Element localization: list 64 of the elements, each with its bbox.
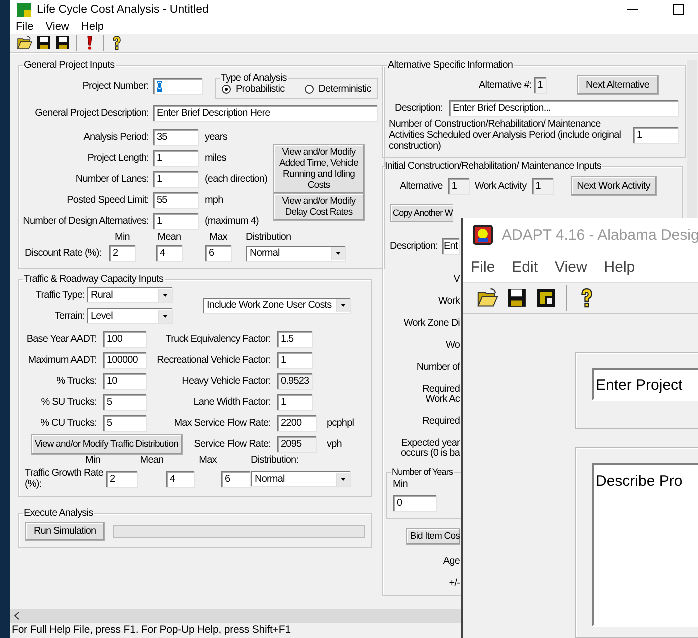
field-label: Number of Construction/Rehabilitation/ Maintenance Activities Scheduled over Analysis Period (include original construction) [389,118,622,152]
field-label: Heavy Vehicle Factor: [182,376,271,388]
field-label: Project Number: [82,80,149,92]
field-label: V [454,275,460,286]
column-header: Mean [139,455,165,466]
panel-title: Traffic & Roadway Capacity Inputs [23,274,165,286]
field-label: Alternative [400,180,443,192]
field-label: Service Flow Rate: [194,439,271,450]
field-label: Wo [446,341,460,352]
field-label: Age [443,557,460,568]
field-label: Base Year AADT: [26,334,97,346]
unit-label: (maximum 4) [204,216,260,228]
field-label: Traffic Type: [34,290,85,301]
field-label: Work [438,297,460,308]
field-label: Number of Design Alternatives: [23,216,149,228]
field-label: Posted Speed Limit: [67,195,149,206]
unit-label: vph [326,439,343,450]
column-header: Distribution: [251,455,300,466]
field-label: Discount Rate (%): [25,248,103,260]
field-label: Lane Width Factor: [194,397,271,408]
field-label: Maximum AADT: [28,355,97,366]
field-label: +/- [449,579,460,590]
column-header: Distribution [246,232,292,244]
window-title: Life Cycle Cost Analysis - Untitled [37,4,210,16]
field-label: Recreational Vehicle Factor: [157,355,271,366]
field-label: Expected year occurs (0 is ba [400,439,460,460]
unit-label: pcphpl [326,418,356,430]
unit-label: (each direction) [204,174,269,186]
field-label: General Project Description: [34,108,149,120]
field-label: % Trucks: [56,376,97,388]
field-label: Analysis Period: [84,132,149,144]
group-title: Number of Years [391,467,454,478]
field-label: Work Zone Di [404,319,460,330]
panel-title: Initial Construction/Rehabilitation/ Maintenance Inputs [384,161,602,172]
panel-title: Execute Analysis [23,508,94,520]
field-label: Truck Equivalency Factor: [166,334,271,346]
panel-title: General Project Inputs [23,60,116,72]
field-label: Min [393,479,408,490]
field-label: Max Service Flow Rate: [174,418,271,430]
panel-title: Alternative Specific Information [387,60,514,72]
unit-label: miles [204,153,228,164]
column-header: Min [84,455,102,466]
window-title: ADAPT 4.16 - Alabama Desig [502,226,698,244]
group-title: Type of Analysis [220,73,288,84]
field-label: Required [422,417,460,428]
unit-label: years [204,132,228,144]
field-label: Project Length: [88,153,149,164]
column-header: Max [208,232,228,244]
column-header: Max [198,455,218,466]
column-header: Mean [156,232,182,244]
field-label: Number of Lanes: [76,174,149,186]
field-label: Description: [395,102,443,114]
field-label: Description: [390,241,438,252]
field-label: Work Activity [474,180,527,192]
field-label: Required Work Ac [422,385,460,406]
field-label: % SU Trucks: [41,397,97,408]
unit-label: mph [204,195,224,206]
column-header: Min [114,232,131,244]
field-label: Terrain: [54,310,85,322]
field-label: Alternative #: [479,80,532,91]
field-label: Traffic Growth Rate (%): [25,468,105,490]
field-label: Number of [416,363,460,374]
status-text: For Full Help File, press F1. For Pop-Up Help, press Shift+F1 [12,624,291,636]
field-label: % CU Trucks: [40,418,97,430]
